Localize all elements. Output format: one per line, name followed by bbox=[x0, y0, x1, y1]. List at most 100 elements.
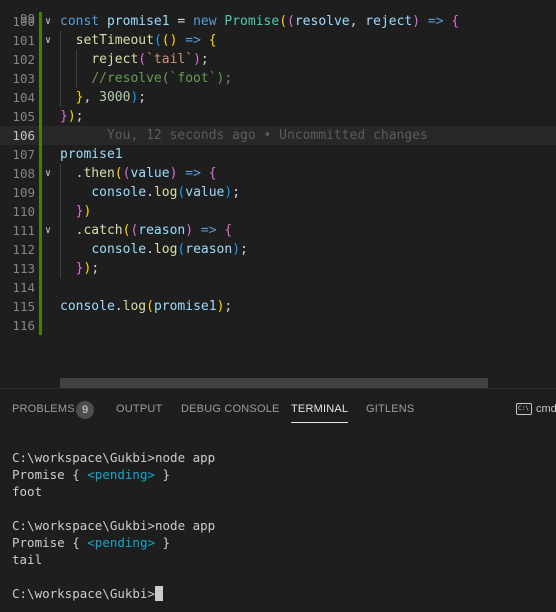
code-token: } bbox=[60, 109, 68, 124]
code-token: { bbox=[208, 166, 217, 181]
code-token: => bbox=[177, 166, 209, 181]
line-number: 109 bbox=[12, 185, 35, 200]
bottom-panel: PROBLEMS 9 OUTPUT DEBUG CONSOLE TERMINAL… bbox=[0, 388, 556, 612]
line-number: 116 bbox=[12, 318, 35, 333]
code-line[interactable]: 107 promise1 bbox=[0, 145, 556, 164]
code-line[interactable]: 104 }, 3000); bbox=[0, 88, 556, 107]
code-line[interactable]: 110 }) bbox=[0, 202, 556, 221]
code-line[interactable]: 112 console.log(reason); bbox=[0, 240, 556, 259]
fold-chevron-icon[interactable]: ∨ bbox=[45, 221, 55, 240]
code-line[interactable]: 113 }); bbox=[0, 259, 556, 278]
problems-count-badge: 9 bbox=[76, 401, 94, 419]
code-token: promise1 bbox=[106, 14, 170, 29]
tab-debug-console[interactable]: DEBUG CONSOLE bbox=[181, 403, 280, 415]
line-number: 102 bbox=[12, 52, 35, 67]
code-token: , bbox=[349, 14, 366, 29]
panel-tabs: PROBLEMS 9 OUTPUT DEBUG CONSOLE TERMINAL… bbox=[0, 389, 556, 429]
line-number: 106 bbox=[12, 128, 35, 143]
line-number: 104 bbox=[12, 90, 35, 105]
code-line[interactable]: 103 //resolve(`foot`); bbox=[0, 69, 556, 88]
code-token: ) bbox=[193, 52, 201, 67]
code-token: . bbox=[114, 299, 123, 314]
code-text: }) bbox=[60, 202, 92, 221]
code-token: 3000 bbox=[99, 90, 131, 105]
code-line[interactable]: 115 console.log(promise1); bbox=[0, 297, 556, 316]
code-token: ) bbox=[83, 204, 92, 219]
code-token: => bbox=[420, 14, 452, 29]
code-token: new bbox=[193, 14, 225, 29]
line-number: 101 bbox=[12, 33, 35, 48]
code-token: ; bbox=[200, 52, 209, 67]
code-token: value bbox=[185, 185, 225, 200]
code-token: => bbox=[193, 223, 225, 238]
code-text: reject(`tail`); bbox=[60, 50, 209, 69]
fold-chevron-icon[interactable]: ∨ bbox=[45, 31, 55, 50]
code-token: ) bbox=[185, 223, 194, 238]
line-number: 107 bbox=[12, 147, 35, 162]
code-token: . bbox=[60, 223, 84, 238]
line-number: 108 bbox=[12, 166, 35, 181]
code-token: reject bbox=[91, 52, 139, 67]
code-token: ; bbox=[75, 109, 84, 124]
code-text: .then((value) => { bbox=[60, 164, 217, 183]
code-token: ( bbox=[161, 33, 170, 48]
code-text: console.log(value); bbox=[60, 183, 240, 202]
code-token: => bbox=[177, 33, 209, 48]
code-token: console bbox=[91, 242, 147, 257]
code-token: reason bbox=[185, 242, 233, 257]
code-token: ( bbox=[146, 299, 154, 314]
code-token: = bbox=[169, 14, 194, 29]
code-token: , bbox=[83, 90, 100, 105]
code-token: console bbox=[60, 299, 115, 314]
code-line[interactable]: 105}); bbox=[0, 107, 556, 126]
code-token: `tail` bbox=[146, 52, 194, 67]
line-number: 114 bbox=[12, 280, 35, 295]
horizontal-scrollbar[interactable] bbox=[60, 378, 488, 388]
code-line[interactable]: 108 ∨ .then((value) => { bbox=[0, 164, 556, 183]
code-text: You, 12 seconds ago • Uncommitted change… bbox=[60, 126, 428, 145]
tab-gitlens[interactable]: GITLENS bbox=[366, 403, 414, 415]
line-number: 105 bbox=[12, 109, 35, 124]
terminal-line: C:\workspace\Gukbi>node app bbox=[12, 450, 216, 465]
terminal-icon-glyph: C:\ bbox=[518, 405, 529, 412]
line-number: 110 bbox=[12, 204, 35, 219]
code-line[interactable]: 114 bbox=[0, 278, 556, 297]
code-text: }, 3000); bbox=[60, 88, 146, 107]
code-token: { bbox=[224, 223, 233, 238]
indent-guide bbox=[60, 31, 61, 107]
code-line[interactable]: 109 console.log(value); bbox=[0, 183, 556, 202]
tab-output[interactable]: OUTPUT bbox=[116, 403, 162, 415]
code-line[interactable]: 101 ∨ setTimeout(() => { bbox=[0, 31, 556, 50]
code-token: ) bbox=[412, 14, 421, 29]
git-modified-gutter-bar bbox=[39, 12, 42, 335]
tab-problems[interactable]: PROBLEMS bbox=[12, 403, 75, 415]
terminal-select-label[interactable]: cmd bbox=[536, 403, 556, 415]
line-number: 100 bbox=[12, 14, 35, 29]
terminal-line: C:\workspace\Gukbi> bbox=[12, 585, 215, 602]
fold-chevron-icon[interactable]: ∨ bbox=[45, 12, 55, 31]
code-token: . bbox=[60, 166, 84, 181]
code-token: ; bbox=[138, 90, 147, 105]
code-line[interactable]: 106 You, 12 seconds ago • Uncommitted ch… bbox=[0, 126, 556, 145]
code-line[interactable]: 100 ∨ const promise1 = new Promise((resolv… bbox=[0, 12, 556, 31]
line-number: 112 bbox=[12, 242, 35, 257]
terminal-icon[interactable]: C:\ bbox=[516, 403, 532, 415]
terminal-line: Promise { <pending> } bbox=[12, 535, 171, 550]
tab-terminal[interactable]: TERMINAL bbox=[291, 403, 349, 423]
line-number: 115 bbox=[12, 299, 35, 314]
indent-guide bbox=[60, 164, 61, 278]
code-line[interactable]: 111 ∨ .catch((reason) => { bbox=[0, 221, 556, 240]
code-editor[interactable]: 99 100 ∨ const promise1 = new Promise((res… bbox=[0, 0, 556, 388]
code-line[interactable]: 116 bbox=[0, 316, 556, 335]
line-number: 103 bbox=[12, 71, 35, 86]
fold-chevron-icon[interactable]: ∨ bbox=[45, 164, 55, 183]
terminal-output[interactable]: C:\workspace\Gukbi>node app Promise { <pe… bbox=[12, 449, 215, 602]
code-token: . bbox=[146, 242, 154, 257]
terminal-line: tail bbox=[12, 552, 43, 567]
code-line[interactable]: 102 reject(`tail`); bbox=[0, 50, 556, 69]
